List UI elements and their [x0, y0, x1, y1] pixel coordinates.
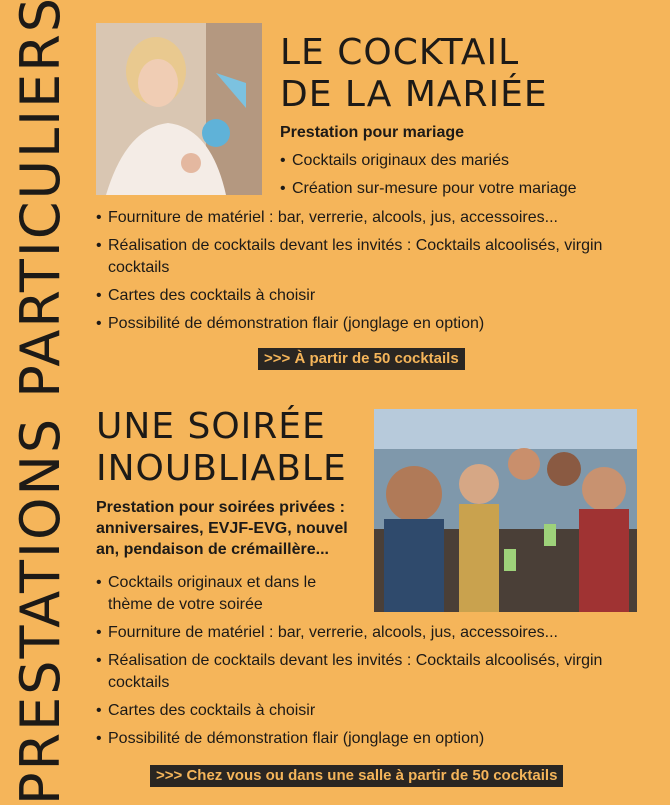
list-item: Cartes des cocktails à choisir	[96, 700, 626, 722]
section2-title-line1: UNE SOIRÉE	[96, 406, 326, 447]
list-item: Réalisation de cocktails devant les invi…	[96, 650, 626, 694]
section2-title-line2: INOUBLIABLE	[96, 448, 347, 489]
list-item: Fourniture de matériel : bar, verrerie, …	[96, 622, 626, 644]
section1-bullets-top: Cocktails originaux des mariés Création …	[280, 150, 577, 206]
bride-photo	[96, 23, 262, 195]
list-item: Cartes des cocktails à choisir	[96, 285, 626, 307]
list-item: Fourniture de matériel : bar, verrerie, …	[96, 207, 626, 229]
side-title-text: PRESTATIONS PARTICULIERS	[8, 0, 72, 805]
section1-cta: >>> À partir de 50 cocktails	[258, 348, 465, 370]
list-item: Cocktails originaux des mariés	[280, 150, 577, 172]
section1-title-line2: DE LA MARIÉE	[280, 74, 548, 115]
section2-title: UNE SOIRÉE INOUBLIABLE	[96, 406, 347, 490]
section2-subtitle: Prestation pour soirées privées : annive…	[96, 499, 348, 558]
section1-title: LE COCKTAIL DE LA MARIÉE	[280, 32, 548, 116]
list-item: Réalisation de cocktails devant les invi…	[96, 235, 626, 279]
list-item: Création sur-mesure pour votre mariage	[280, 178, 577, 200]
section2-bullets: Fourniture de matériel : bar, verrerie, …	[96, 622, 626, 756]
list-item: Possibilité de démonstration flair (jong…	[96, 728, 626, 750]
section1-title-line1: LE COCKTAIL	[280, 32, 520, 73]
section1-subtitle: Prestation pour mariage	[280, 124, 465, 141]
section2-cta: >>> Chez vous ou dans une salle à partir…	[150, 765, 564, 787]
list-item: Possibilité de démonstration flair (jong…	[96, 313, 626, 335]
side-title: PRESTATIONS PARTICULIERS	[9, 0, 72, 804]
party-photo	[374, 409, 637, 612]
list-item: Cocktails originaux et dans le thème de …	[96, 572, 356, 616]
section2-bullets-top: Cocktails originaux et dans le thème de …	[96, 572, 356, 622]
section1-bullets: Fourniture de matériel : bar, verrerie, …	[96, 207, 626, 341]
